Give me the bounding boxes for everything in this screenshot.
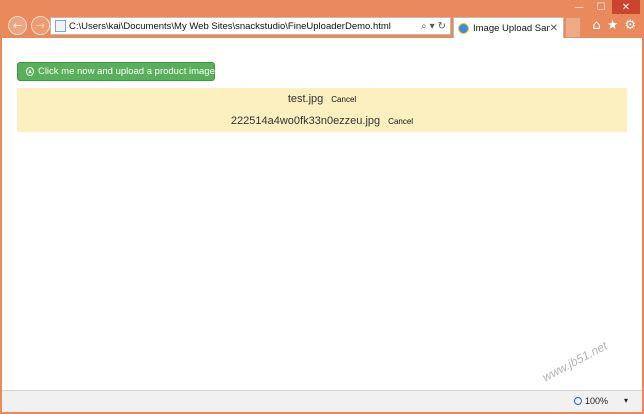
back-button[interactable]: ← [8,16,27,35]
tab-close-icon[interactable]: ✕ [550,23,558,34]
list-item: 222514a4wo0fk33n0ezzeu.jpg Cancel [17,110,627,132]
page-icon [55,20,66,32]
zoom-control[interactable]: 100% [573,396,608,406]
status-bar: 100% ▾ [2,390,642,412]
upload-icon: ▲ [26,67,34,76]
address-tools: ⌕ ▾ ↻ [421,21,446,32]
minimize-button[interactable]: — [568,0,590,14]
address-url[interactable]: C:\Users\kai\Documents\My Web Sites\snac… [69,21,421,32]
tab-title: Image Upload Sam... [473,22,550,34]
gear-icon[interactable]: ⚙ [624,18,636,33]
page-content: ▲ Click me now and upload a product imag… [2,38,642,390]
close-window-button[interactable]: ✕ [612,0,640,14]
navigation-bar: ← → C:\Users\kai\Documents\My Web Sites\… [0,14,644,38]
upload-button-label: Click me now and upload a product image [37,66,215,77]
zoom-icon [573,397,582,405]
browser-window: — ☐ ✕ ← → C:\Users\kai\Documents\My Web … [0,0,644,414]
chevron-down-icon[interactable]: ▾ [624,396,628,405]
address-bar[interactable]: C:\Users\kai\Documents\My Web Sites\snac… [50,17,451,35]
maximize-button[interactable]: ☐ [590,0,612,14]
search-icon[interactable]: ⌕ [421,21,427,32]
file-name: test.jpg [287,93,324,105]
chevron-down-icon[interactable]: ▾ [430,21,435,32]
tab-image-upload[interactable]: Image Upload Sam... ✕ [453,17,564,38]
cancel-link[interactable]: Cancel [331,95,356,104]
ie-icon [458,22,469,34]
forward-button[interactable]: → [31,16,50,35]
refresh-icon[interactable]: ↻ [438,21,446,32]
file-list: test.jpg Cancel 222514a4wo0fk33n0ezzeu.j… [17,88,627,132]
home-icon[interactable]: ⌂ [592,18,600,33]
file-name: 222514a4wo0fk33n0ezzeu.jpg [230,115,381,127]
upload-button[interactable]: ▲ Click me now and upload a product imag… [17,62,215,81]
list-item: test.jpg Cancel [17,88,627,110]
zoom-level: 100% [584,396,608,406]
star-icon[interactable]: ★ [607,18,619,33]
window-controls: — ☐ ✕ [568,0,640,14]
cancel-link[interactable]: Cancel [388,117,413,126]
browser-tools: ⌂ ★ ⚙ [592,18,636,33]
new-tab-button[interactable] [565,17,581,38]
